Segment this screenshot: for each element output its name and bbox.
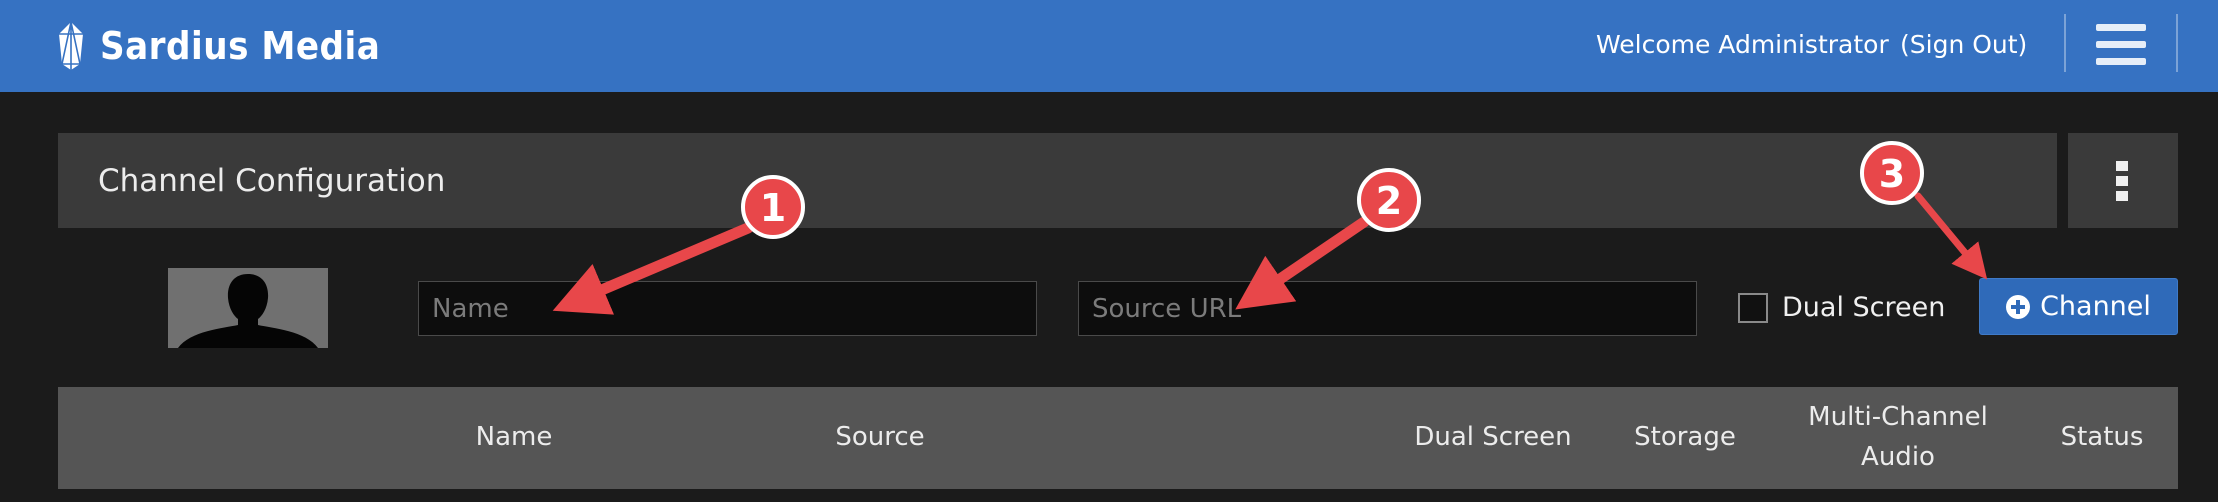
header-divider — [2176, 14, 2178, 72]
dual-screen-checkbox[interactable] — [1738, 293, 1768, 323]
person-silhouette-icon — [178, 274, 318, 348]
hamburger-menu-icon[interactable] — [2096, 24, 2146, 66]
brand-logo[interactable]: Sardius Media — [56, 18, 380, 74]
welcome-text: Welcome Administrator — [1596, 30, 1889, 59]
page-title: Channel Configuration — [98, 163, 446, 199]
dual-screen-label: Dual Screen — [1782, 292, 1946, 323]
panel-header: Channel Configuration — [58, 133, 2057, 228]
channel-name-input[interactable] — [418, 281, 1037, 336]
brand-name: Sardius Media — [100, 24, 381, 68]
column-header-multi-channel-audio[interactable]: Multi-Channel Audio — [1758, 397, 2038, 477]
sign-out-link[interactable]: (Sign Out) — [1900, 30, 2027, 59]
channel-table-header: Name Source Dual Screen Storage Multi-Ch… — [58, 387, 2178, 489]
header-divider — [2064, 14, 2066, 72]
add-channel-button[interactable]: Channel — [1979, 278, 2178, 335]
more-options-button[interactable] — [2068, 133, 2178, 228]
add-channel-label: Channel — [2040, 291, 2151, 322]
channel-thumbnail[interactable] — [168, 268, 328, 348]
source-url-input[interactable] — [1078, 281, 1697, 336]
plus-circle-icon — [2006, 294, 2031, 319]
column-header-status[interactable]: Status — [2024, 417, 2180, 457]
top-header: Sardius Media Welcome Administrator (Sig… — [0, 0, 2218, 92]
column-header-source[interactable]: Source — [744, 417, 1016, 457]
column-header-name[interactable]: Name — [396, 417, 632, 457]
crystal-logo-icon — [59, 21, 83, 70]
kebab-menu-icon — [2116, 161, 2128, 171]
